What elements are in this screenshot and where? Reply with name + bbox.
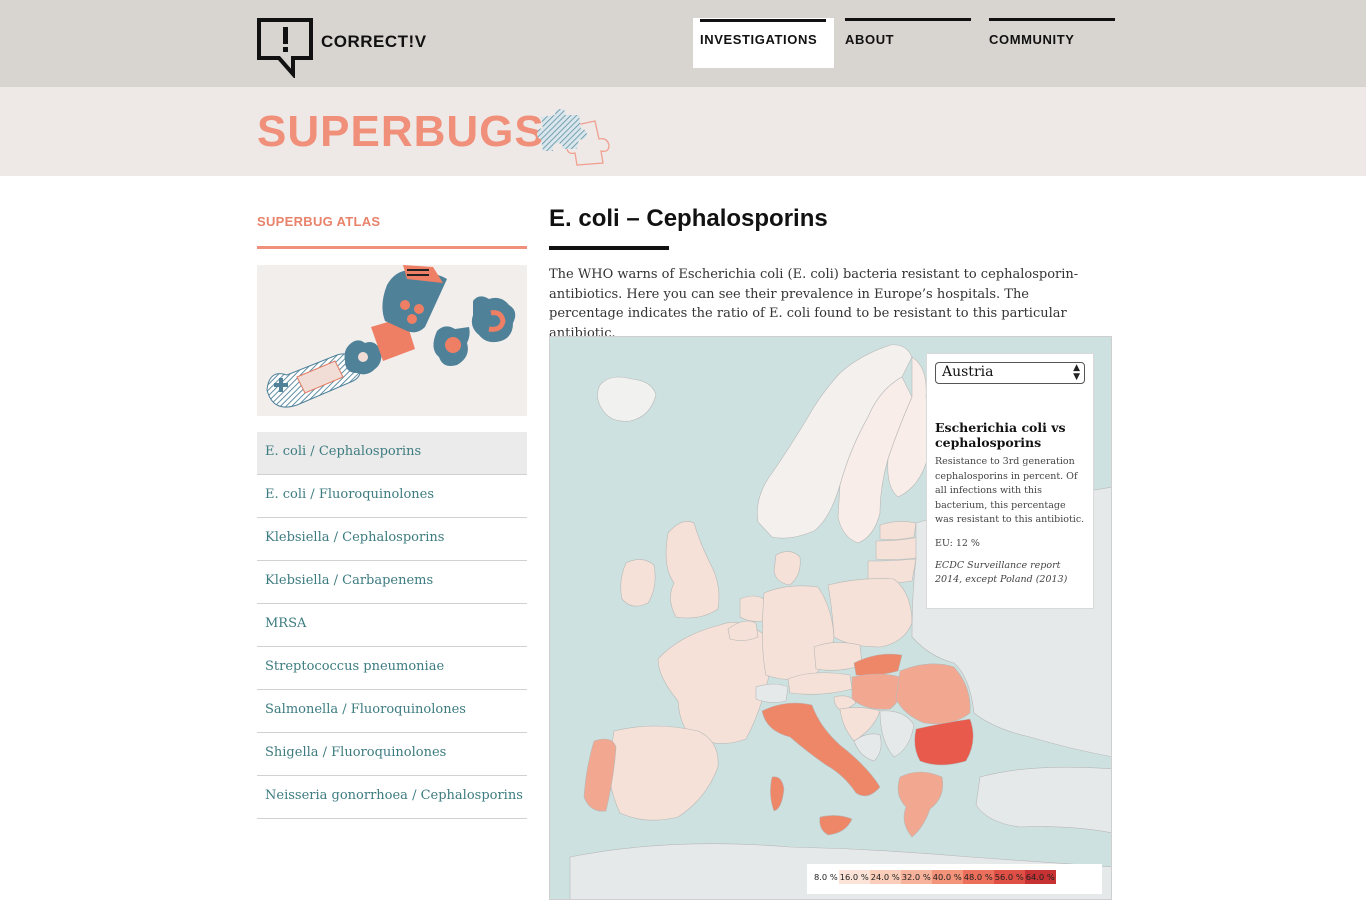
nav-investigations-label: INVESTIGATIONS [700, 32, 818, 47]
list-item[interactable]: E. coli / Fluoroquinolones [257, 475, 527, 518]
list-item[interactable]: MRSA [257, 604, 527, 647]
country-spain [608, 725, 719, 821]
legend-item: 24.0 % [869, 870, 901, 884]
list-item[interactable]: Streptococcus pneumoniae [257, 647, 527, 690]
legend-item: 40.0 % [931, 870, 963, 884]
country-austria [787, 672, 853, 695]
select-arrows-icon: ▲ ▼ [1073, 363, 1080, 382]
nav-indicator [700, 19, 826, 22]
country-bulgaria [914, 718, 974, 766]
country-france [657, 622, 771, 744]
country-romania [895, 663, 971, 725]
country-hungary [851, 673, 902, 710]
country-switzerland [755, 683, 789, 703]
country-ireland [620, 559, 656, 607]
intro-text: The WHO warns of Escherichia coli (E. co… [549, 267, 1079, 341]
country-estonia [879, 521, 917, 540]
country-poland [827, 578, 913, 648]
nav-investigations[interactable]: INVESTIGATIONS [693, 18, 834, 68]
puzzle-piece-icon [537, 109, 610, 166]
puzzle-illustration-icon [266, 265, 516, 408]
list-item[interactable]: Neisseria gonorrhoea / Cephalosporins [257, 776, 527, 819]
list-item[interactable]: E. coli / Cephalosporins [257, 432, 527, 475]
atlas-divider [257, 246, 527, 249]
logo-text: CORRECT!V [321, 32, 427, 51]
region-turkey [975, 766, 1111, 833]
nav-indicator [989, 18, 1115, 21]
country-latvia [875, 536, 923, 560]
nav-indicator [845, 18, 971, 21]
list-item[interactable]: Klebsiella / Carbapenems [257, 561, 527, 604]
info-title: Escherichia coli vs cephalosporins [935, 420, 1066, 450]
legend-row: 8.0 % 16.0 % 24.0 % 32.0 % 40.0 % 48.0 % 56.0 … [813, 870, 1102, 884]
nav-about[interactable]: ABOUT [845, 18, 971, 68]
correctiv-logo[interactable]: CORRECT!V [257, 18, 427, 80]
legend-item: 64.0 % [1024, 870, 1056, 884]
country-info-panel: Austria ▲ ▼ Escherichia coli vs cephalosp… [926, 353, 1094, 609]
country-denmark [773, 551, 801, 586]
title-divider [549, 246, 669, 250]
map-legend: 8.0 % 16.0 % 24.0 % 32.0 % 40.0 % 48.0 % 56.0 … [807, 864, 1102, 894]
nav-community[interactable]: COMMUNITY [989, 18, 1115, 68]
eu-average: EU: 12 % [935, 537, 980, 549]
top-navigation-bar: CORRECT!V INVESTIGATIONS ABOUT COMMUNITY [0, 0, 1366, 87]
legend-item: 56.0 % [993, 870, 1025, 884]
legend-item: 8.0 % [813, 870, 839, 884]
atlas-heading: SUPERBUG ATLAS [257, 214, 381, 229]
data-source: ECDC Surveillance report 2014, except Po… [935, 559, 1068, 586]
country-portugal [583, 738, 617, 812]
speech-bubble-logo-icon [257, 18, 313, 80]
section-banner: SUPERBUGS [0, 87, 1366, 176]
country-serbia [879, 710, 915, 758]
page-title: E. coli – Cephalosporins [549, 205, 828, 232]
nav-community-label: COMMUNITY [989, 32, 1075, 47]
info-description: Resistance to 3rd generation cephalospor… [935, 456, 1085, 525]
nav-about-label: ABOUT [845, 32, 895, 47]
country-uk [665, 521, 720, 619]
country-sicily [819, 815, 853, 836]
country-netherlands [739, 595, 765, 622]
country-sardinia [770, 776, 785, 812]
atlas-illustration [257, 265, 527, 416]
country-select[interactable]: Austria ▲ ▼ [935, 362, 1085, 384]
legend-item: 16.0 % [838, 870, 870, 884]
banner-title: SUPERBUGS [257, 107, 545, 156]
legend-item: 48.0 % [962, 870, 994, 884]
country-iceland [597, 376, 657, 422]
country-greece [897, 771, 944, 838]
list-item[interactable]: Salmonella / Fluoroquinolones [257, 690, 527, 733]
list-item[interactable]: Klebsiella / Cephalosporins [257, 518, 527, 561]
country-select-value: Austria [942, 364, 994, 380]
legend-item: 32.0 % [900, 870, 932, 884]
list-item[interactable]: Shigella / Fluoroquinolones [257, 733, 527, 776]
superbug-list: E. coli / Cephalosporins E. coli / Fluor… [257, 432, 527, 819]
